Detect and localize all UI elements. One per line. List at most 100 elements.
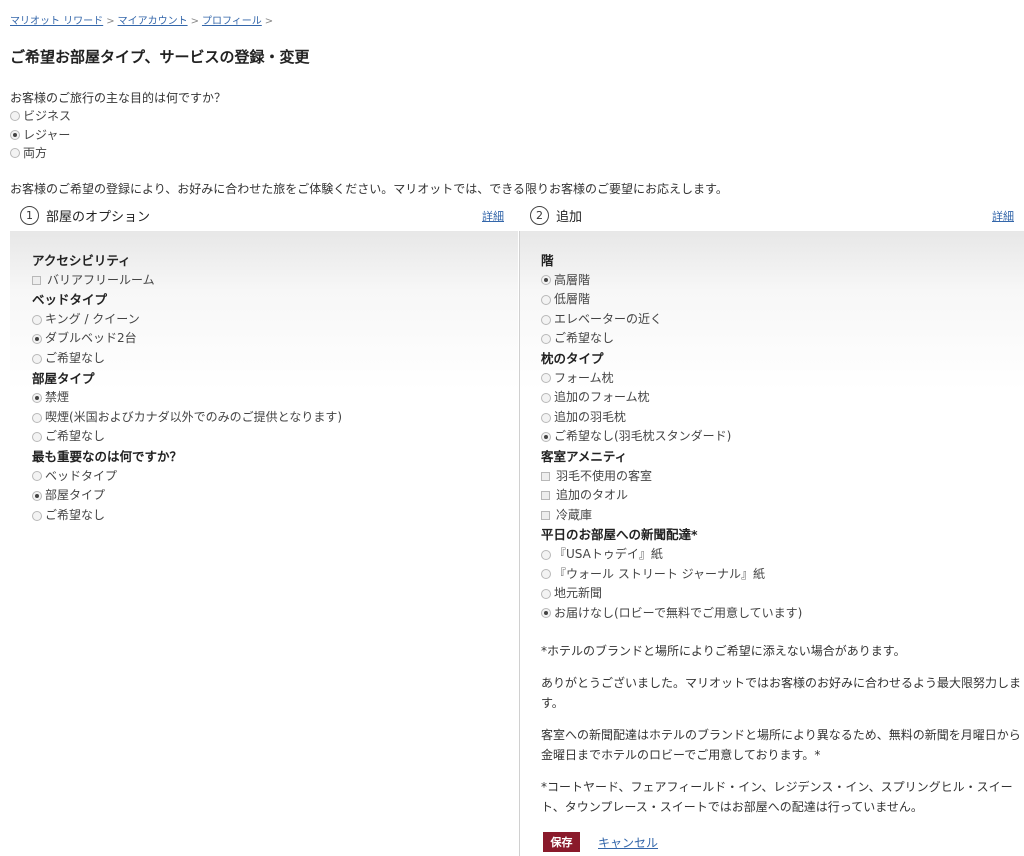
option-label: 高層階 — [554, 272, 591, 287]
group-title: ベッドタイプ — [32, 292, 108, 308]
breadcrumb-rewards-link[interactable]: マリオット リワード — [10, 16, 103, 27]
radio-button[interactable] — [541, 392, 551, 403]
radio-option[interactable]: 両方 — [10, 144, 226, 163]
radio-option[interactable]: ビジネス — [10, 107, 226, 126]
radio-option[interactable]: 低層階 — [541, 290, 802, 310]
preference-group: 階高層階 低層階 エレベーターの近く ご希望なし — [541, 251, 802, 349]
option-label: お届けなし(ロビーで無料でご用意しています) — [554, 605, 803, 620]
radio-option[interactable]: 高層階 — [541, 271, 802, 291]
radio-button[interactable] — [541, 432, 551, 443]
breadcrumb-separator: > — [106, 16, 115, 27]
radio-button[interactable] — [541, 334, 551, 345]
radio-option[interactable]: フォーム枕 — [541, 369, 802, 389]
radio-button[interactable] — [541, 314, 551, 325]
radio-option[interactable]: ご希望なし — [32, 427, 342, 447]
option-label: ベッドタイプ — [45, 468, 118, 483]
radio-option[interactable]: 『ウォール ストリート ジャーナル』紙 — [541, 565, 802, 585]
radio-option[interactable]: 追加の羽毛枕 — [541, 408, 802, 428]
checkbox[interactable] — [541, 471, 550, 481]
radio-option[interactable]: ご希望なし — [32, 506, 342, 526]
radio-option[interactable]: ご希望なし — [32, 349, 342, 369]
option-label: 『USAトゥデイ』紙 — [554, 546, 663, 561]
note-paragraph: *コートヤード、フェアフィールド・イン、レジデンス・イン、スプリングヒル・スイー… — [541, 780, 1013, 814]
radio-button[interactable] — [10, 129, 20, 140]
checkbox[interactable] — [32, 275, 41, 285]
breadcrumb: マリオット リワード > マイアカウント > プロフィール > — [10, 12, 276, 27]
radio-button[interactable] — [541, 275, 551, 286]
radio-button[interactable] — [32, 334, 42, 345]
radio-button[interactable] — [32, 392, 42, 403]
form-actions: 保存 キャンセル — [543, 832, 658, 852]
radio-option[interactable]: 禁煙 — [32, 388, 342, 408]
preference-group: ベッドタイプキング / クイーン ダブルベッド2台 ご希望なし — [32, 290, 342, 368]
section-title: 部屋のオプション — [46, 209, 151, 225]
save-button[interactable]: 保存 — [543, 832, 580, 852]
breadcrumb-profile-link[interactable]: プロフィール — [202, 16, 262, 27]
checkbox-option[interactable]: バリアフリールーム — [32, 271, 342, 291]
option-label: バリアフリールーム — [47, 272, 155, 287]
radio-button[interactable] — [541, 588, 551, 599]
option-label: ご希望なし — [45, 429, 106, 444]
step-number-badge: 2 — [530, 205, 549, 225]
radio-button[interactable] — [541, 294, 551, 305]
radio-option[interactable]: ご希望なし — [541, 329, 802, 349]
option-label: キング / クイーン — [45, 311, 140, 326]
checkbox[interactable] — [541, 511, 550, 521]
intro-text: お客様のご希望の登録により、お好みに合わせた旅をご体験ください。マリオットでは、… — [10, 182, 728, 196]
radio-button[interactable] — [32, 471, 42, 482]
option-label: 羽毛不使用の客室 — [556, 468, 653, 483]
checkbox-option[interactable]: 追加のタオル — [541, 486, 802, 506]
radio-option[interactable]: キング / クイーン — [32, 310, 342, 330]
radio-button[interactable] — [541, 412, 551, 423]
section-additional-header: 2 追加 — [530, 203, 582, 227]
radio-button[interactable] — [32, 490, 42, 501]
radio-option[interactable]: エレベーターの近く — [541, 310, 802, 330]
group-title: 客室アメニティ — [541, 448, 628, 464]
checkbox[interactable] — [541, 491, 550, 501]
radio-option[interactable]: 地元新聞 — [541, 584, 802, 604]
group-title: 最も重要なのは何ですか？ — [32, 448, 183, 464]
preference-group: 最も重要なのは何ですか？ ベッドタイプ部屋タイプ ご希望なし — [32, 447, 342, 525]
radio-option[interactable]: ご希望なし(羽毛枕スタンダード) — [541, 427, 802, 447]
breadcrumb-my-account-link[interactable]: マイアカウント — [118, 16, 188, 27]
cancel-link[interactable]: キャンセル — [598, 834, 658, 851]
option-label: ダブルベッド2台 — [45, 331, 137, 346]
group-title: アクセシビリティ — [32, 253, 131, 268]
radio-option[interactable]: 喫煙(米国およびカナダ以外でのみのご提供となります) — [32, 408, 342, 428]
option-label: ご希望なし(羽毛枕スタンダード) — [554, 429, 732, 444]
radio-button[interactable] — [32, 412, 42, 423]
page-title: ご希望お部屋タイプ、サービスの登録・変更 — [10, 48, 310, 66]
radio-button[interactable] — [32, 353, 42, 364]
preference-group: 部屋タイプ 禁煙 喫煙(米国およびカナダ以外でのみのご提供となります) ご希望なし — [32, 369, 342, 447]
checkbox-option[interactable]: 羽毛不使用の客室 — [541, 467, 802, 487]
radio-option[interactable]: 『USAトゥデイ』紙 — [541, 545, 802, 565]
radio-option[interactable]: ダブルベッド2台 — [32, 329, 342, 349]
option-label: 追加のタオル — [556, 488, 629, 503]
option-label: 喫煙(米国およびカナダ以外でのみのご提供となります) — [45, 409, 343, 424]
radio-button[interactable] — [541, 373, 551, 384]
radio-option[interactable]: 部屋タイプ — [32, 486, 342, 506]
option-label: ビジネス — [23, 109, 72, 123]
note-paragraph: ありがとうございました。マリオットではお客様のお好みに合わせるよう最大限努力しま… — [541, 676, 1022, 710]
radio-button[interactable] — [32, 510, 42, 521]
radio-button[interactable] — [32, 432, 42, 443]
radio-button[interactable] — [541, 608, 551, 619]
radio-button[interactable] — [541, 549, 551, 560]
option-label: ご希望なし — [45, 350, 106, 365]
option-label: 追加の羽毛枕 — [554, 409, 627, 424]
room-options-detail-link[interactable]: 詳細 — [482, 208, 504, 224]
radio-button[interactable] — [32, 314, 42, 325]
travel-purpose-group: お客様のご旅行の主な目的は何ですか？ ビジネス レジャー 両方 — [10, 90, 226, 163]
radio-option[interactable]: お届けなし(ロビーで無料でご用意しています) — [541, 604, 802, 624]
radio-option[interactable]: レジャー — [10, 126, 226, 145]
checkbox-option[interactable]: 冷蔵庫 — [541, 506, 802, 526]
note-paragraph: 客室への新聞配達はホテルのブランドと場所により異なるため、無料の新聞を月曜日から… — [541, 728, 1021, 762]
radio-button[interactable] — [10, 111, 20, 122]
radio-button[interactable] — [541, 569, 551, 580]
radio-option[interactable]: 追加のフォーム枕 — [541, 388, 802, 408]
additional-detail-link[interactable]: 詳細 — [992, 208, 1014, 224]
radio-button[interactable] — [10, 148, 20, 159]
breadcrumb-separator: > — [264, 16, 274, 27]
group-title: 枕のタイプ — [541, 350, 604, 366]
radio-option[interactable]: ベッドタイプ — [32, 467, 342, 487]
